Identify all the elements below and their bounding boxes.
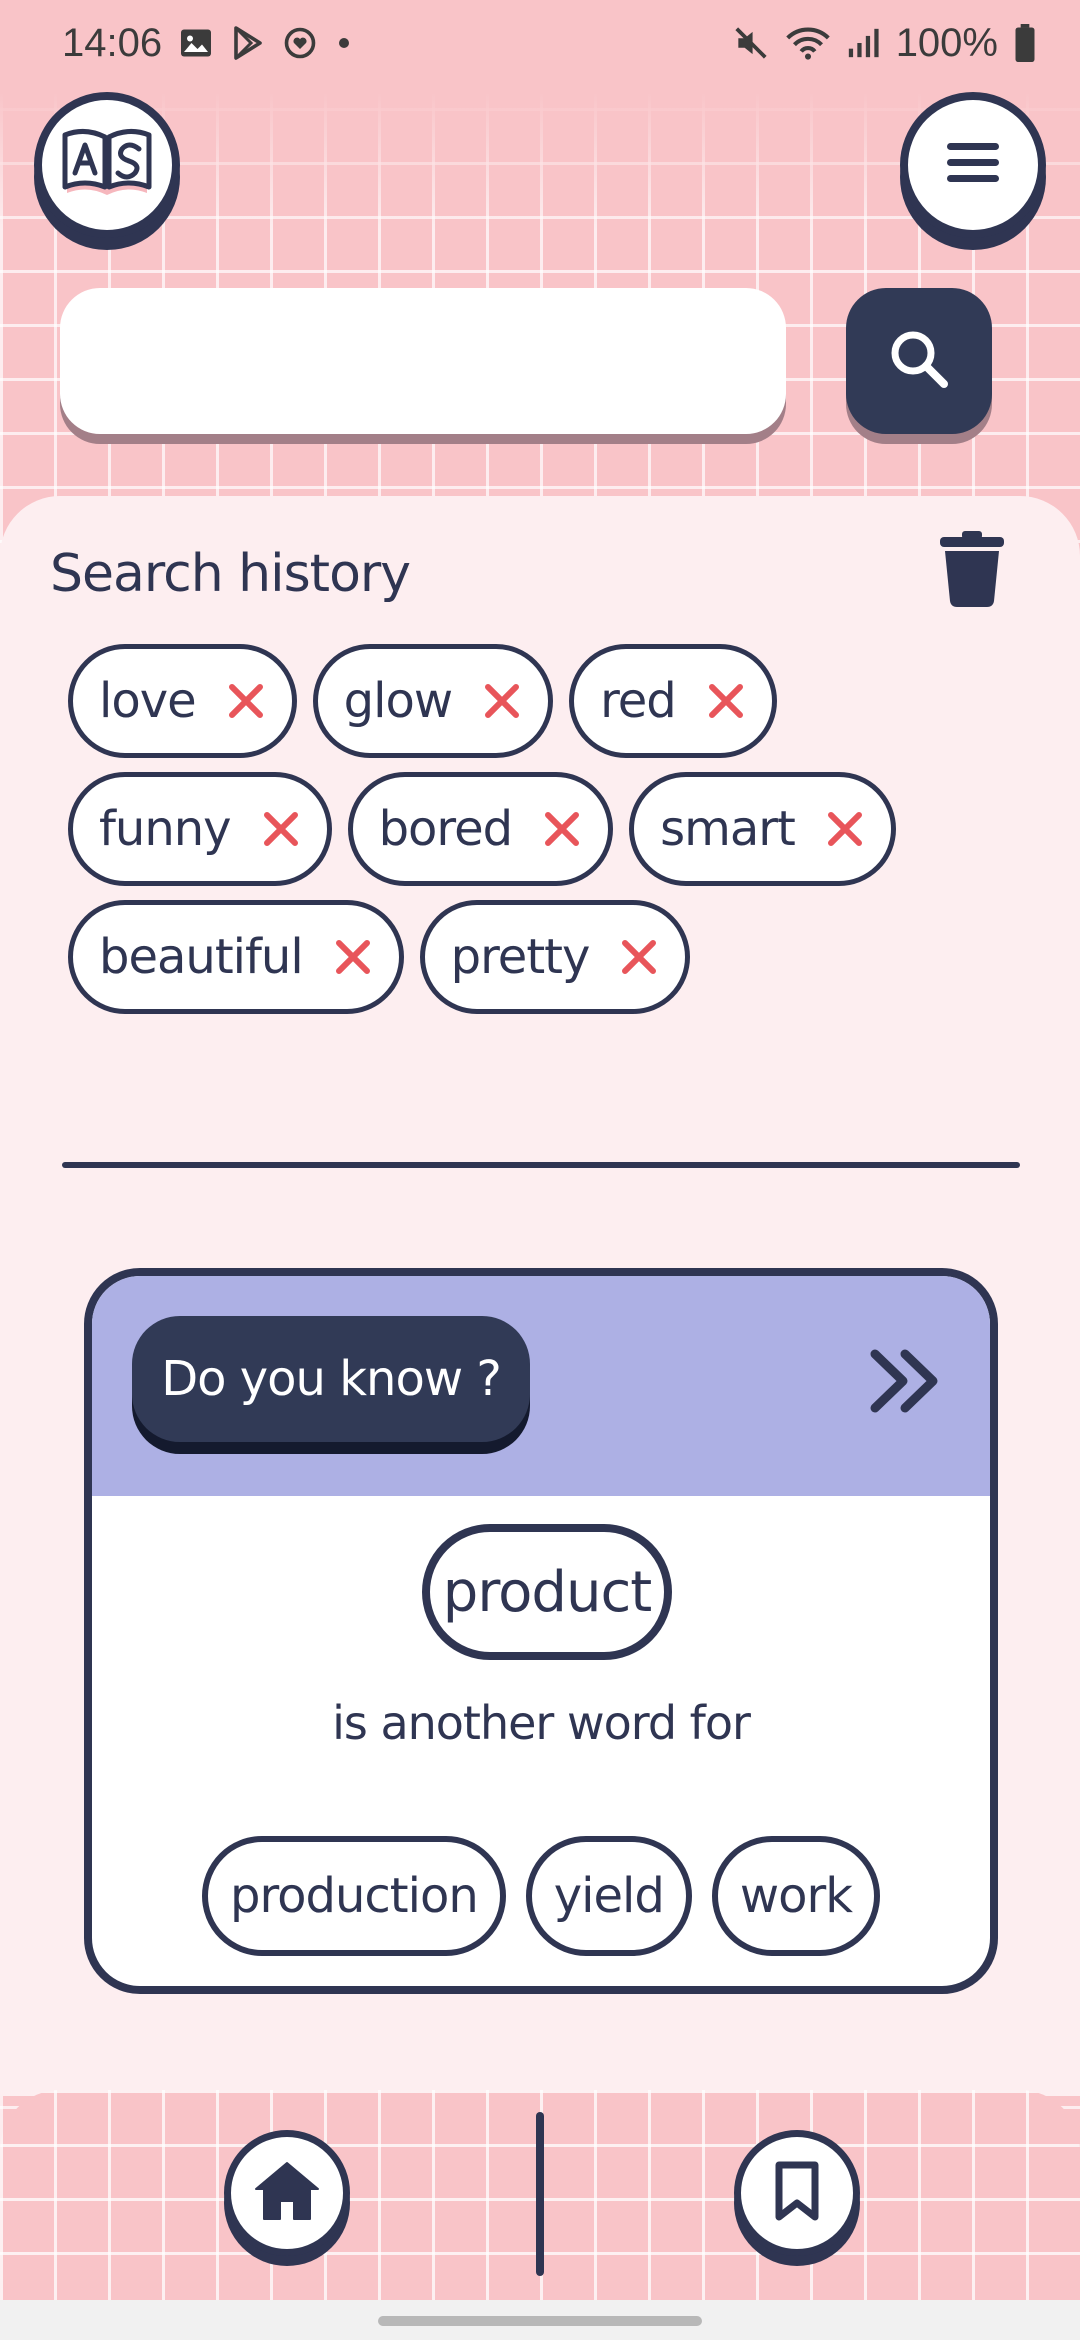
heart-circle-icon [282, 25, 318, 61]
history-chip-label: pretty [450, 929, 591, 985]
history-chip-bored[interactable]: bored [347, 772, 614, 886]
hamburger-menu-icon [945, 139, 1001, 191]
remove-history-icon[interactable] [619, 937, 659, 977]
history-chip-love[interactable]: love [68, 644, 297, 758]
search-history-list: love glow red funny bored smart beautifu… [68, 644, 1028, 1014]
menu-button[interactable] [900, 92, 1046, 238]
remove-history-icon[interactable] [261, 809, 301, 849]
wifi-icon [785, 24, 830, 62]
history-chip-label: funny [99, 801, 232, 857]
book-as-logo-icon [59, 123, 155, 207]
synonym-chip-yield[interactable]: yield [525, 1836, 692, 1956]
battery-icon [1014, 24, 1036, 62]
remove-history-icon[interactable] [542, 809, 582, 849]
remove-history-icon[interactable] [333, 937, 373, 977]
search-history-title: Search history [50, 544, 411, 604]
synonym-caption: is another word for [332, 1696, 751, 1750]
history-chip-funny[interactable]: funny [68, 772, 332, 886]
history-chip-beautiful[interactable]: beautiful [68, 900, 404, 1014]
do-you-know-card: Do you know ? product is another word fo… [84, 1268, 998, 1994]
double-chevron-right-icon [869, 1348, 945, 1418]
bookmark-icon [774, 2161, 820, 2225]
card-header: Do you know ? [92, 1276, 990, 1496]
search-icon [886, 326, 952, 396]
home-button[interactable] [224, 2130, 350, 2256]
synonym-list: production yield work [92, 1836, 990, 1956]
home-icon [254, 2161, 320, 2225]
remove-history-icon[interactable] [482, 681, 522, 721]
remove-history-icon[interactable] [825, 809, 865, 849]
logo-button[interactable] [34, 92, 180, 238]
nav-separator [536, 2112, 544, 2276]
history-chip-label: red [600, 673, 677, 729]
remove-history-icon[interactable] [226, 681, 266, 721]
system-gesture-bar [0, 2300, 1080, 2340]
history-chip-label: beautiful [99, 929, 304, 985]
remove-history-icon[interactable] [706, 681, 746, 721]
clear-history-button[interactable] [934, 526, 1010, 616]
history-chip-label: bored [378, 801, 514, 857]
history-chip-label: smart [660, 801, 796, 857]
history-chip-glow[interactable]: glow [312, 644, 554, 758]
history-chip-label: love [99, 673, 197, 729]
battery-percent: 100% [895, 20, 998, 65]
signal-icon [846, 26, 880, 60]
mute-icon [732, 24, 770, 62]
status-time: 14:06 [62, 20, 163, 65]
status-bar: 14:06 100% [0, 0, 1080, 86]
featured-word[interactable]: product [422, 1524, 672, 1660]
status-right: 100% [732, 21, 1036, 66]
history-chip-smart[interactable]: smart [629, 772, 896, 886]
search-input[interactable] [60, 288, 786, 434]
home-gesture-handle[interactable] [378, 2316, 702, 2326]
main-panel: Search history love glow red funny bored… [0, 496, 1080, 2096]
gallery-icon [178, 25, 214, 61]
status-left: 14:06 [62, 21, 354, 66]
do-you-know-button[interactable]: Do you know ? [132, 1316, 530, 1442]
play-store-icon [230, 25, 266, 61]
synonym-chip-work[interactable]: work [711, 1836, 880, 1956]
search-button[interactable] [846, 288, 992, 434]
dot-icon [334, 33, 354, 53]
history-chip-pretty[interactable]: pretty [419, 900, 691, 1014]
trash-icon [940, 531, 1004, 611]
synonym-chip-production[interactable]: production [202, 1836, 506, 1956]
bookmarks-button[interactable] [734, 2130, 860, 2256]
history-chip-red[interactable]: red [569, 644, 777, 758]
history-chip-label: glow [343, 673, 453, 729]
next-word-button[interactable] [862, 1338, 952, 1428]
section-divider [62, 1162, 1020, 1168]
